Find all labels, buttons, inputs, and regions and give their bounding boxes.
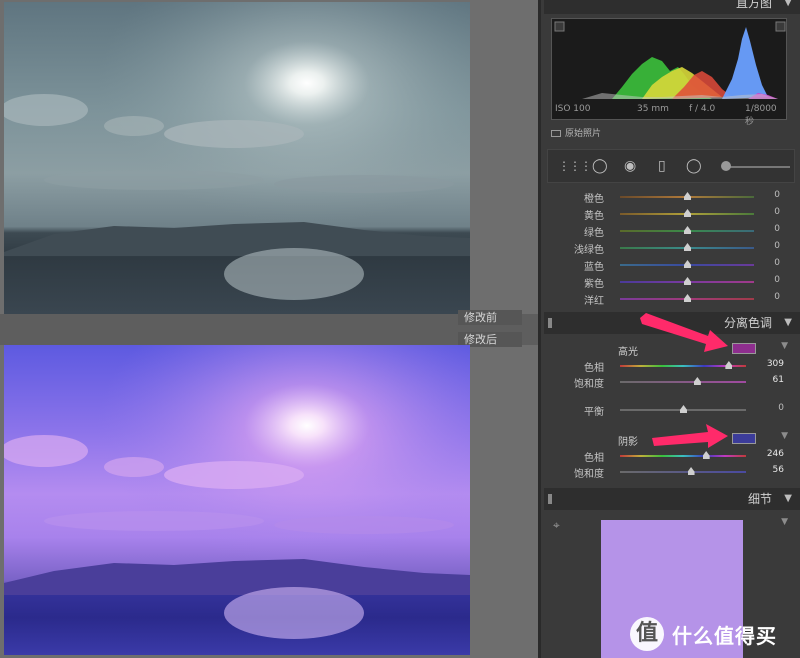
redeye-icon[interactable]: ◉: [624, 158, 636, 174]
saturation-label: 饱和度: [574, 379, 604, 390]
hsl-value[interactable]: 0: [774, 292, 780, 302]
exif-aperture: f / 4.0: [689, 104, 716, 114]
shadows-hue-value[interactable]: 246: [767, 449, 784, 459]
hsl-row: 绿色 0: [544, 223, 800, 239]
split-toning-title: 分离色调: [723, 316, 772, 330]
hsl-slider-knob[interactable]: [684, 209, 691, 217]
hsl-label: 蓝色: [584, 262, 604, 273]
hsl-label: 绿色: [584, 228, 604, 239]
balance-label: 平衡: [584, 407, 604, 418]
highlights-saturation-row: 饱和度 61: [544, 374, 800, 390]
original-photo-toggle[interactable]: 原始照片: [551, 126, 601, 139]
hsl-slider-knob[interactable]: [684, 277, 691, 285]
watermark-logo: 值 什么值得买: [628, 614, 796, 654]
expand-triangle-icon[interactable]: ▼: [781, 431, 788, 441]
shadows-hue-knob[interactable]: [702, 451, 710, 459]
brush-slider-knob[interactable]: [721, 161, 731, 171]
highlights-saturation-knob[interactable]: [693, 377, 701, 385]
after-scene: [4, 345, 470, 655]
exif-focal: 35 mm: [637, 104, 669, 114]
shadows-saturation-row: 饱和度 56: [544, 464, 800, 480]
before-label: 修改前: [458, 310, 522, 325]
hsl-value[interactable]: 0: [774, 258, 780, 268]
original-photo-label: 原始照片: [565, 129, 602, 139]
hsl-slider-knob[interactable]: [684, 243, 691, 251]
highlights-label: 高光: [618, 347, 638, 358]
detail-header[interactable]: 细节 ▼: [544, 488, 800, 510]
hsl-value[interactable]: 0: [774, 241, 780, 251]
highlights-color-swatch[interactable]: [732, 343, 756, 354]
histogram-header[interactable]: 直方图 ▼: [544, 0, 800, 14]
hsl-row: 黄色 0: [544, 206, 800, 222]
spot-removal-icon[interactable]: ◯: [592, 158, 608, 174]
arrow-shadows-icon: [652, 424, 728, 448]
shadows-hue-row: 色相 246: [544, 448, 800, 464]
collapse-triangle-icon[interactable]: ▼: [784, 312, 792, 334]
balance-knob[interactable]: [680, 405, 687, 413]
graduated-filter-icon[interactable]: ▯: [658, 158, 666, 174]
highlights-hue-value[interactable]: 309: [767, 359, 784, 369]
watermark-glyph: 值: [630, 617, 664, 651]
saturation-label: 饱和度: [574, 469, 604, 480]
watermark-text: 什么值得买: [672, 624, 777, 648]
hsl-label: 橙色: [584, 194, 604, 205]
hsl-row: 紫色 0: [544, 274, 800, 290]
highlights-hue-knob[interactable]: [725, 361, 733, 369]
shadows-saturation-knob[interactable]: [687, 467, 695, 475]
before-scene: [4, 2, 470, 314]
hsl-row: 浅绿色 0: [544, 240, 800, 256]
hsl-value[interactable]: 0: [774, 275, 780, 285]
target-adjust-icon[interactable]: ⌖: [553, 518, 560, 533]
hsl-label: 洋红: [584, 296, 604, 307]
comparison-view: 修改前 修改后: [0, 0, 538, 658]
expand-triangle-icon[interactable]: ▼: [781, 341, 788, 351]
exif-iso: ISO 100: [555, 104, 591, 114]
radial-filter-icon[interactable]: ◯: [686, 158, 702, 174]
shadows-color-swatch[interactable]: [732, 433, 756, 444]
histogram-title: 直方图: [735, 0, 772, 10]
hsl-value[interactable]: 0: [774, 224, 780, 234]
hue-label: 色相: [584, 363, 604, 374]
hsl-slider-knob[interactable]: [684, 294, 691, 302]
balance-row: 平衡 0: [544, 402, 800, 418]
highlights-saturation-value[interactable]: 61: [773, 375, 784, 385]
hsl-slider-knob[interactable]: [684, 260, 691, 268]
exif-shutter: 1/8000 秒: [745, 104, 777, 127]
hsl-row: 蓝色 0: [544, 257, 800, 273]
hsl-slider-knob[interactable]: [684, 226, 691, 234]
hsl-row: 洋红 0: [544, 291, 800, 307]
shadows-saturation-slider[interactable]: [620, 471, 746, 473]
tool-strip: ⋮⋮⋮ ◯ ◉ ▯ ◯: [547, 149, 795, 183]
collapse-triangle-icon[interactable]: ▼: [784, 488, 792, 510]
collapse-triangle-icon[interactable]: ▼: [784, 0, 792, 14]
highlights-hue-row: 色相 309: [544, 358, 800, 374]
hsl-label: 紫色: [584, 279, 604, 290]
balance-value[interactable]: 0: [778, 403, 784, 413]
detail-title: 细节: [747, 492, 772, 506]
hsl-label: 黄色: [584, 211, 604, 222]
photo-before: [4, 2, 470, 314]
photo-after: [4, 345, 470, 655]
hue-label: 色相: [584, 453, 604, 464]
hsl-slider-knob[interactable]: [684, 192, 691, 200]
hsl-value[interactable]: 0: [774, 190, 780, 200]
shadows-saturation-value[interactable]: 56: [773, 465, 784, 475]
crop-grid-icon[interactable]: ⋮⋮⋮: [558, 158, 592, 174]
hsl-value[interactable]: 0: [774, 207, 780, 217]
arrow-highlights-icon: [640, 313, 728, 352]
highlight-clip-icon[interactable]: [775, 21, 786, 32]
highlights-saturation-slider[interactable]: [620, 381, 746, 383]
hsl-row: 橙色 0: [544, 189, 800, 205]
shadows-hue-slider[interactable]: [620, 455, 746, 457]
expand-triangle-icon[interactable]: ▼: [781, 517, 788, 527]
pin-icon: [548, 318, 552, 328]
brush-slider-track[interactable]: [724, 166, 790, 168]
pin-icon: [548, 494, 552, 504]
shadows-label: 阴影: [618, 437, 638, 448]
hsl-label: 浅绿色: [574, 245, 604, 256]
checkbox-icon[interactable]: [551, 130, 561, 137]
shadow-clip-icon[interactable]: [554, 21, 565, 32]
